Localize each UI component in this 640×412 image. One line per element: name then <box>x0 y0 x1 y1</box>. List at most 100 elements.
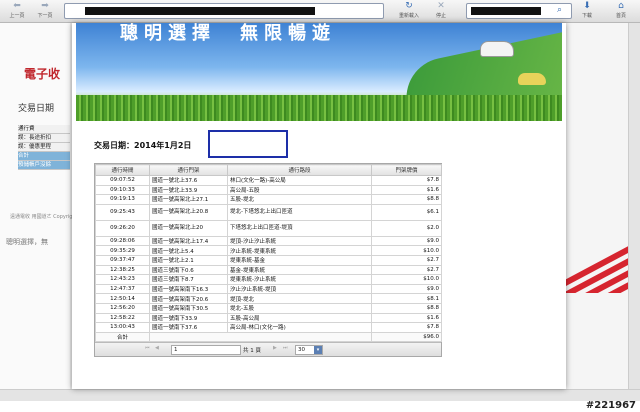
forward-button[interactable]: ➡ 下一頁 <box>32 1 58 19</box>
section-cell: 堤頂-汐止汐止系統 <box>227 235 372 247</box>
column-header[interactable]: 通行時間 <box>95 164 150 176</box>
slogan-text: 聰明選擇，無 <box>6 238 48 246</box>
menu-item[interactable]: 通行費 <box>18 125 70 134</box>
table-row: 09:28:06 國道一號高架北上17.4 堤頂-汐止汐止系統 $9.0 <box>95 235 442 247</box>
section-cell: 汐止汐止系統-堤頂 <box>227 283 372 295</box>
price-cell: $8.8 <box>371 302 442 314</box>
price-cell: $1.6 <box>371 312 442 324</box>
gantry-cell: 國道一號高架南下30.5 <box>149 302 228 314</box>
date-highlight-box <box>208 130 288 158</box>
total-label: 合計 <box>95 331 150 343</box>
gantry-cell: 國道一號高架北上20 <box>149 219 228 237</box>
table-row: 09:07:52 國道一號北上37.6 林口(文化一路)-高公局 $7.8 <box>95 175 442 186</box>
section-cell: 堤頂-堤北 <box>227 293 372 304</box>
background-sidebar: 電子收 交易日期 通行費 誤：長途折扣 誤：優惠里程 合計 預儲帳戶沒餘 遠通電… <box>0 23 95 389</box>
gantry-cell: 國道一號南下33.9 <box>149 312 228 324</box>
pagination-bar: ⏮ ◀ 1 共 1 頁 ▶ ⏭ 30 ▾ <box>95 342 441 357</box>
menu-item[interactable]: 誤：優惠里程 <box>18 143 70 152</box>
column-header[interactable]: 通行路段 <box>227 164 372 176</box>
menu-item[interactable]: 誤：長途折扣 <box>18 134 70 143</box>
page-size-select[interactable]: 30 ▾ <box>295 345 323 356</box>
gantry-cell: 國道一號北上2.1 <box>149 254 228 266</box>
download-icon: ⬇ <box>583 1 591 11</box>
section-cell: 高公局-林口(文化一路) <box>227 322 372 333</box>
home-button[interactable]: ⌂ 首頁 <box>608 1 634 19</box>
total-value: $96.0 <box>371 331 442 343</box>
section-cell: 高公局-五股 <box>227 184 372 196</box>
banner-title: 聰明選擇 無限暢遊 <box>120 23 336 44</box>
table-row: 09:35:29 國道一號北上5.4 汐止系統-堤東系統 $10.0 <box>95 245 442 256</box>
price-cell: $10.0 <box>371 274 442 285</box>
price-cell: $9.0 <box>371 235 442 247</box>
gantry-cell: 國道一號高架南下20.6 <box>149 293 228 304</box>
page-number-input[interactable]: 1 <box>171 345 241 356</box>
section-cell: 堤北-下塔悠北上出口匝道 <box>227 203 372 221</box>
gantry-cell: 國道一號北上5.4 <box>149 245 228 256</box>
page-count: 共 1 頁 <box>243 348 261 355</box>
column-header[interactable]: 通行門架 <box>149 164 228 176</box>
transaction-table: 通行時間 通行門架 通行路段 門架牌價 09:07:52 國道一號北上37.6 林口… <box>94 163 442 358</box>
stop-icon: ✕ <box>437 1 445 11</box>
last-page-icon[interactable]: ⏭ <box>283 345 288 351</box>
section-cell: 汐止系統-堤東系統 <box>227 245 372 256</box>
time-cell: 09:28:06 <box>95 235 150 247</box>
section-cell: 堤東系統-基金 <box>227 254 372 266</box>
gantry-cell: 國道一號高架北上27.1 <box>149 194 228 205</box>
download-button[interactable]: ⬇ 下載 <box>574 1 600 19</box>
price-cell: $8.8 <box>371 194 442 205</box>
gantry-cell: 國道一號高架北上20.8 <box>149 203 228 221</box>
column-header[interactable]: 門架牌價 <box>371 164 442 176</box>
reload-button[interactable]: ↻ 重新載入 <box>394 1 424 19</box>
gantry-cell: 國道一號南下37.6 <box>149 322 228 333</box>
redacted-url <box>85 7 315 15</box>
price-cell: $7.8 <box>371 322 442 333</box>
section-title: 交易日期 <box>18 104 55 114</box>
price-cell: $8.1 <box>371 293 442 304</box>
back-button[interactable]: ⬅ 上一頁 <box>4 1 30 19</box>
table-row: 12:43:23 國道三號南下8.7 堤東系統-汐止系統 $10.0 <box>95 274 442 285</box>
time-cell: 12:47:37 <box>95 283 150 295</box>
table-row: 09:26:20 國道一號高架北上20 下塔悠北上出口匝道-堤頂 $2.0 <box>95 219 442 237</box>
chevron-down-icon: ▾ <box>314 346 322 355</box>
time-cell: 09:07:52 <box>95 175 150 186</box>
address-bar[interactable] <box>64 3 384 19</box>
prev-page-icon[interactable]: ◀ <box>155 345 159 351</box>
gantry-cell: 國道一號北上33.9 <box>149 184 228 196</box>
table-row: 09:37:47 國道一號北上2.1 堤東系統-基金 $2.7 <box>95 254 442 266</box>
time-cell: 12:58:22 <box>95 312 150 324</box>
time-cell: 12:50:14 <box>95 293 150 304</box>
table-row: 13:00:43 國道一號南下37.6 高公局-林口(文化一路) $7.8 <box>95 322 442 333</box>
vertical-scrollbar[interactable] <box>628 23 640 389</box>
stop-button[interactable]: ✕ 停止 <box>428 1 454 19</box>
table-row: 09:19:13 國道一號高架北上27.1 五股-堤北 $8.8 <box>95 194 442 205</box>
time-cell: 09:37:47 <box>95 254 150 266</box>
section-cell: 堤東系統-汐止系統 <box>227 274 372 285</box>
table-row: 12:47:37 國道一號高架南下16.3 汐止汐止系統-堤頂 $9.0 <box>95 283 442 295</box>
time-cell: 09:19:13 <box>95 194 150 205</box>
section-cell: 林口(文化一路)-高公局 <box>227 175 372 186</box>
search-field[interactable]: ⌕ <box>466 3 572 19</box>
price-cell: $1.6 <box>371 184 442 196</box>
car-icon <box>480 41 514 57</box>
next-page-icon[interactable]: ▶ <box>273 345 277 351</box>
brand-text: 電子收 <box>24 67 61 81</box>
back-arrow-icon: ⬅ <box>13 1 21 11</box>
price-cell: $10.0 <box>371 245 442 256</box>
time-cell: 12:38:25 <box>95 264 150 276</box>
price-cell: $2.7 <box>371 254 442 266</box>
price-cell: $2.7 <box>371 264 442 276</box>
gantry-cell: 國道一號高架北上17.4 <box>149 235 228 247</box>
reload-icon: ↻ <box>405 1 413 11</box>
time-cell: 12:56:20 <box>95 302 150 314</box>
menu-item[interactable]: 合計 <box>18 152 70 161</box>
transaction-date: 交易日期：2014年1月2日 <box>94 141 192 150</box>
menu-item[interactable]: 預儲帳戶沒餘 <box>18 161 70 170</box>
time-cell: 09:26:20 <box>95 219 150 237</box>
gantry-cell: 國道三號南下0.6 <box>149 264 228 276</box>
section-cell: 堤北-五股 <box>227 302 372 314</box>
background-menu: 通行費 誤：長途折扣 誤：優惠里程 合計 預儲帳戶沒餘 <box>18 125 70 170</box>
first-page-icon[interactable]: ⏮ <box>145 345 150 351</box>
transaction-popup: 聰明選擇 無限暢遊 交易日期：2014年1月2日 通行時間 通行門架 通行路段 … <box>72 23 566 389</box>
car-icon <box>518 73 546 85</box>
search-icon[interactable]: ⌕ <box>557 5 562 15</box>
